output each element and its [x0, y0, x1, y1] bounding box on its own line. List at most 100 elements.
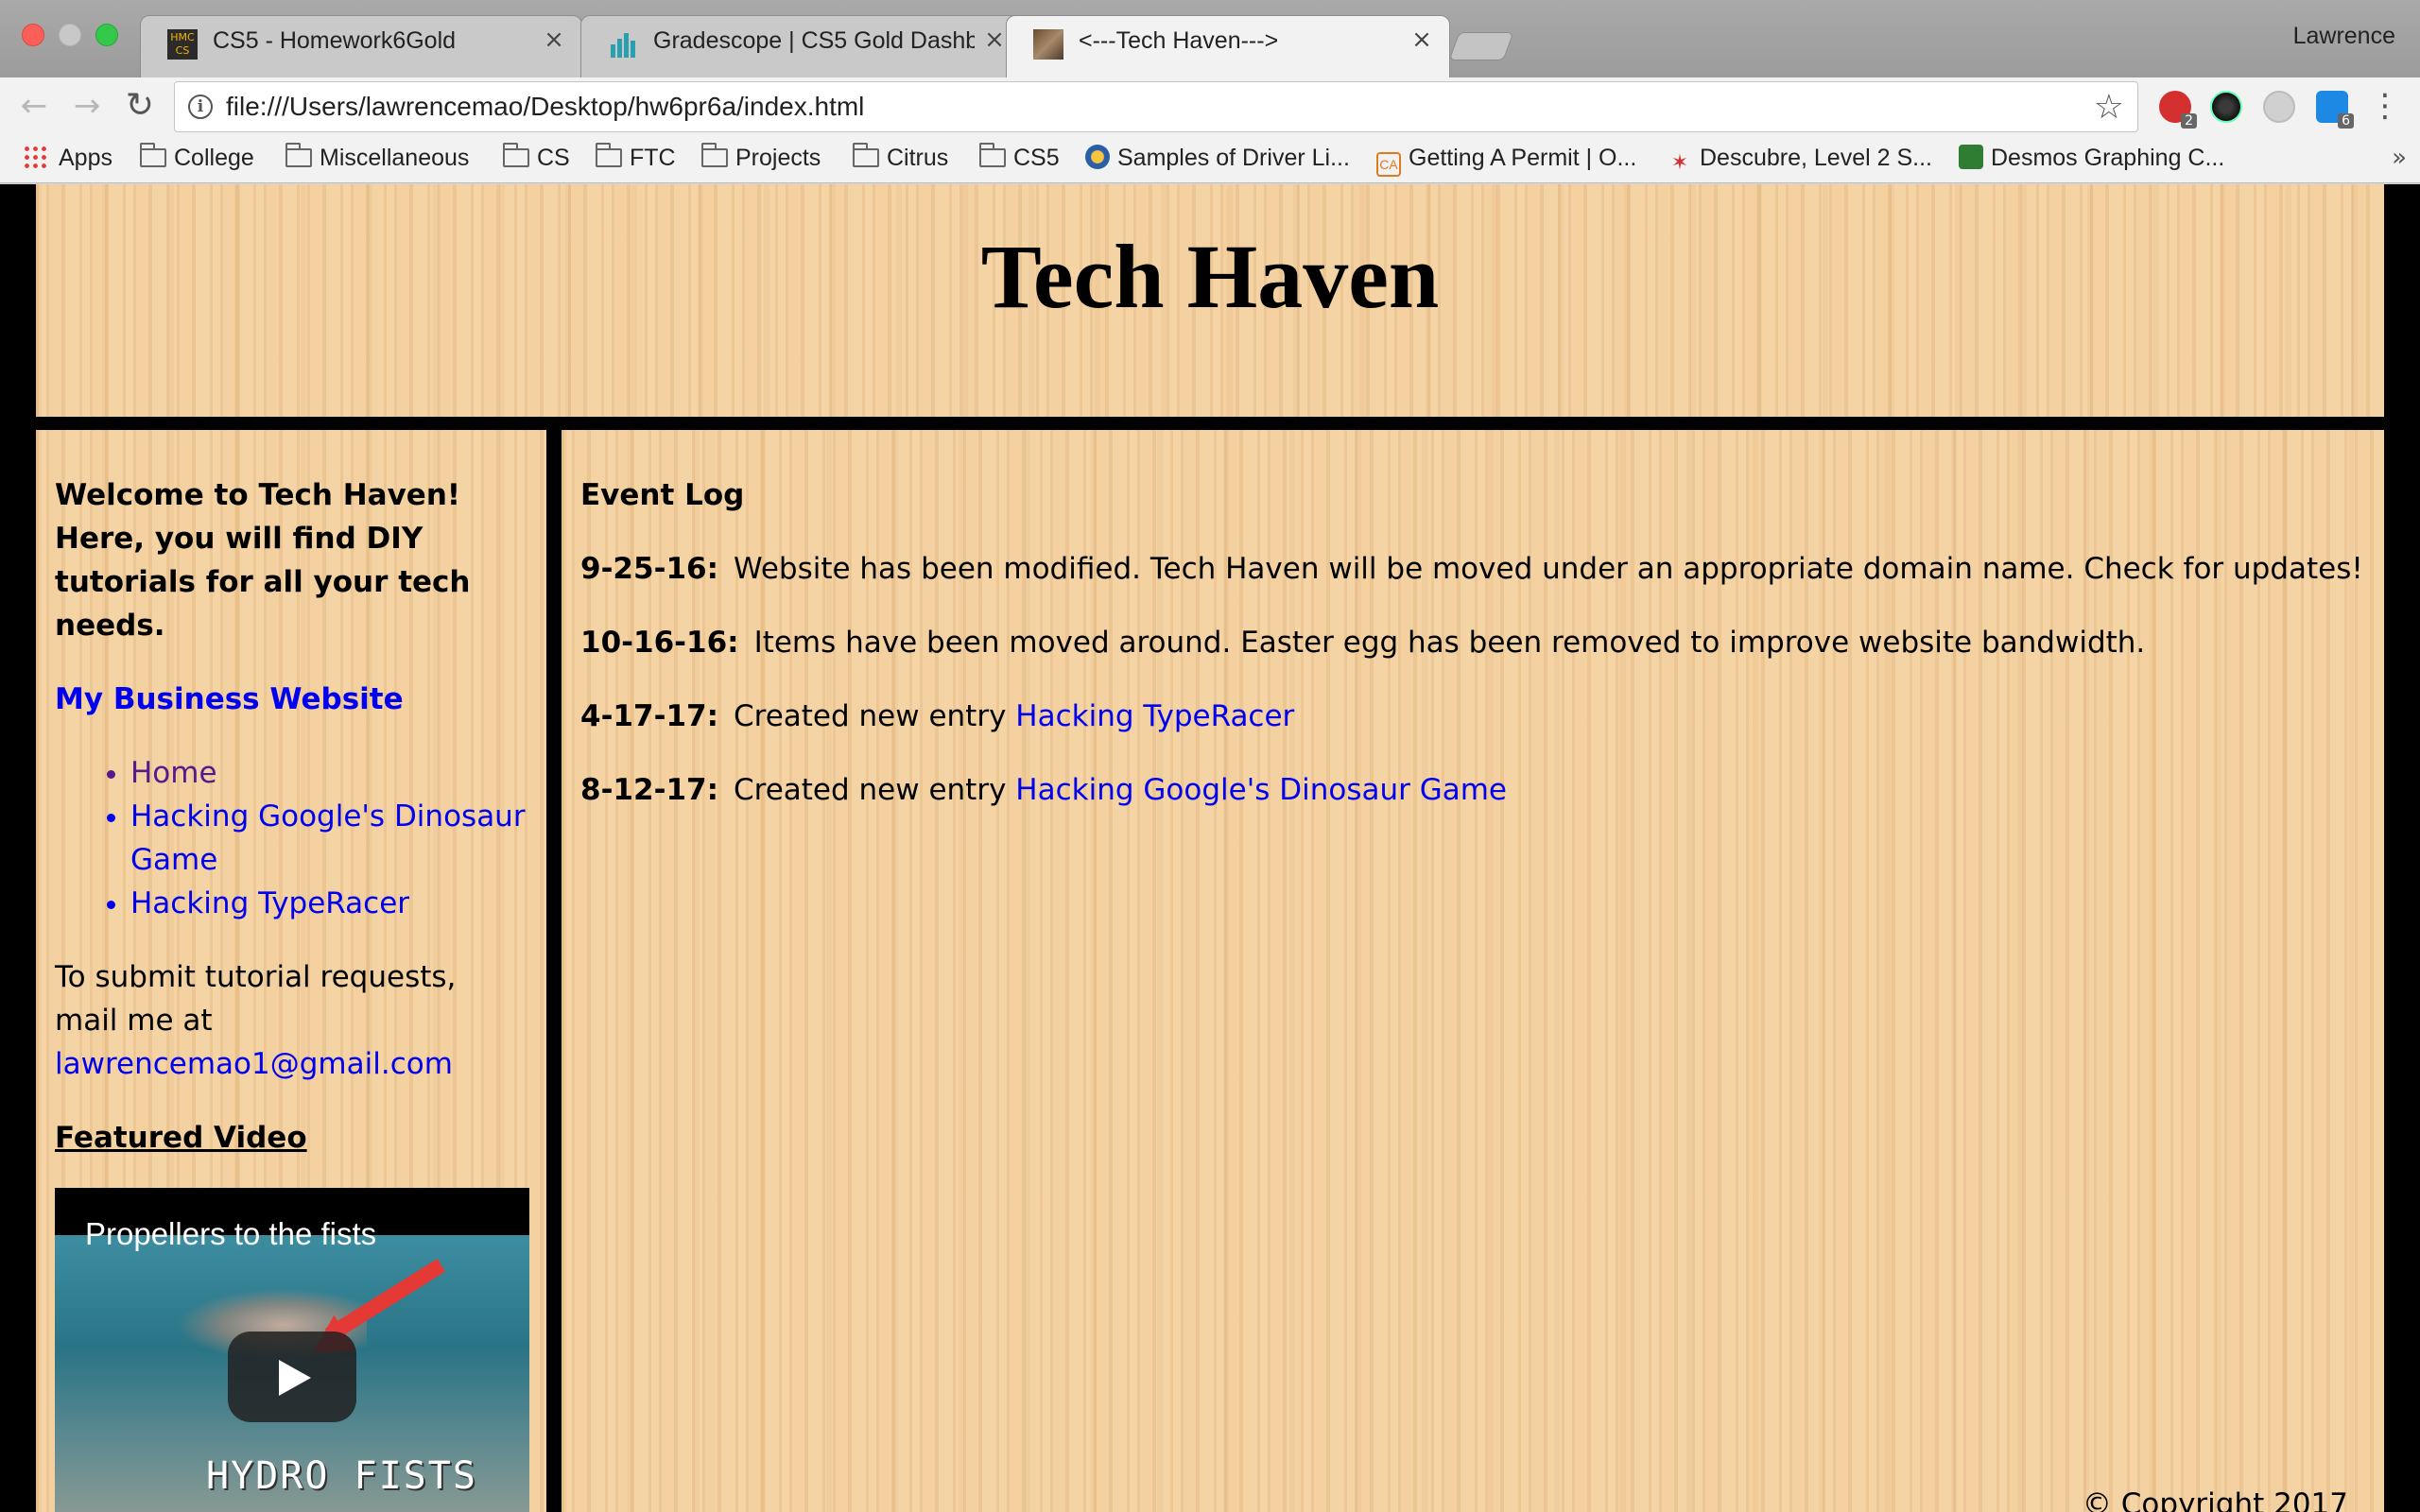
featured-video-heading: Featured Video [55, 1121, 307, 1155]
welcome-text: Welcome to Tech Haven! Here, you will fi… [55, 478, 471, 643]
extension-gray-s-icon[interactable] [2263, 91, 2295, 123]
bookmark-label: Desmos Graphing C... [1991, 145, 2225, 171]
close-tab-icon[interactable]: × [1408, 26, 1436, 54]
bookmark-cs5[interactable]: CS5 [979, 140, 1060, 176]
event-entry: 10-16-16: Items have been moved around. E… [580, 621, 2365, 664]
bookmark-projects[interactable]: Projects [701, 140, 821, 176]
info-icon[interactable]: i [188, 94, 213, 119]
address-bar[interactable]: i file:///Users/lawrencemao/Desktop/hw6p… [174, 81, 2138, 132]
nav-item-dinosaur-game[interactable]: Hacking Google's Dinosaur Game [130, 795, 527, 882]
play-button-icon[interactable] [228, 1332, 356, 1422]
event-link-typeracer[interactable]: Hacking TypeRacer [1015, 699, 1294, 733]
video-title[interactable]: Propellers to the fists [85, 1212, 376, 1256]
tab-cs5-homework[interactable]: HMC CS CS5 - Homework6Gold × [140, 15, 582, 77]
bookmark-label: CS5 [1013, 145, 1060, 171]
mail-request-text: To submit tutorial requests, mail me at … [55, 955, 527, 1086]
event-entry: 4-17-17: Created new entry Hacking TypeRa… [580, 695, 2365, 738]
bookmark-miscellaneous[interactable]: Miscellaneous [285, 140, 469, 176]
nav-link[interactable]: Hacking Google's Dinosaur Game [130, 799, 526, 877]
folder-icon [596, 143, 622, 167]
event-date: 9-25-16: [580, 552, 718, 586]
bookmarks-overflow-icon[interactable]: » [2392, 140, 2407, 176]
bookmark-label: Apps [59, 145, 112, 171]
title-bar: HMC CS CS5 - Homework6Gold × Gradescope |… [0, 0, 2420, 77]
reload-icon[interactable]: ↻ [119, 85, 161, 127]
event-link-dinosaur-game[interactable]: Hacking Google's Dinosaur Game [1015, 773, 1507, 807]
sidebar: Welcome to Tech Haven! Here, you will fi… [36, 430, 546, 1512]
tab-gradescope[interactable]: Gradescope | CS5 Gold Dashb × [580, 15, 1023, 77]
copyright-text: © Copyright 2017 [2082, 1487, 2348, 1512]
bookmark-label: FTC [630, 145, 676, 171]
video-caption: HYDRO FISTS [206, 1454, 477, 1498]
extension-badge: 6 [2338, 113, 2354, 129]
ca-icon: CA [1376, 152, 1401, 177]
bookmark-label: Citrus [887, 145, 949, 171]
extension-blue-s-icon[interactable]: 6 [2316, 91, 2354, 129]
bookmark-getting-permit[interactable]: CA Getting A Permit | O... [1376, 140, 1636, 177]
back-arrow-icon[interactable]: ← [13, 85, 55, 127]
bookmark-label: Projects [735, 145, 821, 171]
forward-arrow-icon[interactable]: → [66, 85, 108, 127]
site-header: Tech Haven [36, 184, 2384, 417]
event-text: Items have been moved around. Easter egg… [753, 626, 2146, 660]
web-page: Tech Haven Welcome to Tech Haven! Here, … [0, 184, 2420, 1512]
event-date: 4-17-17: [580, 699, 718, 733]
extension-badge: 2 [2181, 113, 2197, 129]
extension-red-icon[interactable]: 2 [2159, 91, 2197, 129]
site-title: Tech Haven [980, 226, 1440, 327]
sidebar-nav: Home Hacking Google's Dinosaur Game Hack… [55, 751, 527, 925]
nav-item-home[interactable]: Home [130, 751, 527, 795]
featured-video-player[interactable]: Propellers to the fists HYDRO FISTS [55, 1188, 529, 1512]
bookmark-samples-driver[interactable]: Samples of Driver Li... [1085, 140, 1350, 176]
mail-prefix: To submit tutorial requests, mail me at [55, 960, 457, 1038]
zoom-window-button[interactable] [95, 24, 118, 46]
event-text: Website has been modified. Tech Haven wi… [733, 552, 2363, 586]
minimize-window-button[interactable] [59, 24, 81, 46]
url-text[interactable]: file:///Users/lawrencemao/Desktop/hw6pr6… [226, 92, 864, 122]
folder-icon [979, 143, 1006, 167]
event-entry: 8-12-17: Created new entry Hacking Google… [580, 768, 2365, 812]
bookmark-ftc[interactable]: FTC [596, 140, 676, 176]
folder-icon [285, 143, 312, 167]
tab-title: Gradescope | CS5 Gold Dashb [653, 27, 975, 54]
extension-camera-icon[interactable] [2210, 91, 2242, 123]
close-tab-icon[interactable]: × [980, 26, 1009, 54]
event-entry: 9-25-16: Website has been modified. Tech … [580, 547, 2365, 591]
bookmark-cs[interactable]: CS [503, 140, 570, 176]
bookmark-apps[interactable]: Apps [23, 140, 112, 176]
browser-toolbar: ← → ↻ i file:///Users/lawrencemao/Deskto… [0, 77, 2420, 136]
gradescope-icon [608, 29, 638, 60]
bookmark-citrus[interactable]: Citrus [853, 140, 948, 176]
email-link[interactable]: lawrencemao1@gmail.com [55, 1047, 453, 1081]
event-date: 8-12-17: [580, 773, 718, 807]
bookmark-college[interactable]: College [140, 140, 254, 176]
close-window-button[interactable] [22, 24, 44, 46]
seal-icon [1085, 145, 1110, 169]
tab-tech-haven[interactable]: <---Tech Haven---> × [1006, 15, 1450, 77]
bookmarks-bar: Apps College Miscellaneous CS FTC Projec… [0, 136, 2420, 183]
browser-menu-icon[interactable]: ⋮ [2369, 87, 2401, 125]
new-tab-button[interactable] [1448, 32, 1514, 60]
tab-title: CS5 - Homework6Gold [213, 27, 457, 54]
event-text: Created new entry [733, 699, 1016, 733]
descubre-icon: ✶ [1670, 150, 1689, 174]
bookmark-label: Descubre, Level 2 S... [1700, 145, 1932, 171]
nav-link[interactable]: Home [130, 756, 217, 790]
desmos-icon [1959, 145, 1983, 169]
bookmark-descubre[interactable]: ✶ Descubre, Level 2 S... [1668, 140, 1932, 176]
business-website-link[interactable]: My Business Website [55, 678, 527, 721]
folder-icon [140, 143, 166, 167]
close-tab-icon[interactable]: × [540, 26, 568, 54]
bookmark-label: Miscellaneous [320, 145, 470, 171]
nav-link[interactable]: Hacking TypeRacer [130, 886, 409, 920]
hmc-cs-icon: HMC CS [167, 29, 198, 60]
bookmark-label: CS [537, 145, 570, 171]
tech-haven-icon [1033, 29, 1063, 60]
bookmark-label: College [174, 145, 254, 171]
profile-name[interactable]: Lawrence [2293, 23, 2395, 50]
bookmark-star-icon[interactable]: ☆ [2094, 88, 2124, 127]
nav-item-typeracer[interactable]: Hacking TypeRacer [130, 882, 527, 925]
event-date: 10-16-16: [580, 626, 739, 660]
bookmark-label: Samples of Driver Li... [1117, 145, 1350, 171]
bookmark-desmos[interactable]: Desmos Graphing C... [1959, 140, 2224, 176]
